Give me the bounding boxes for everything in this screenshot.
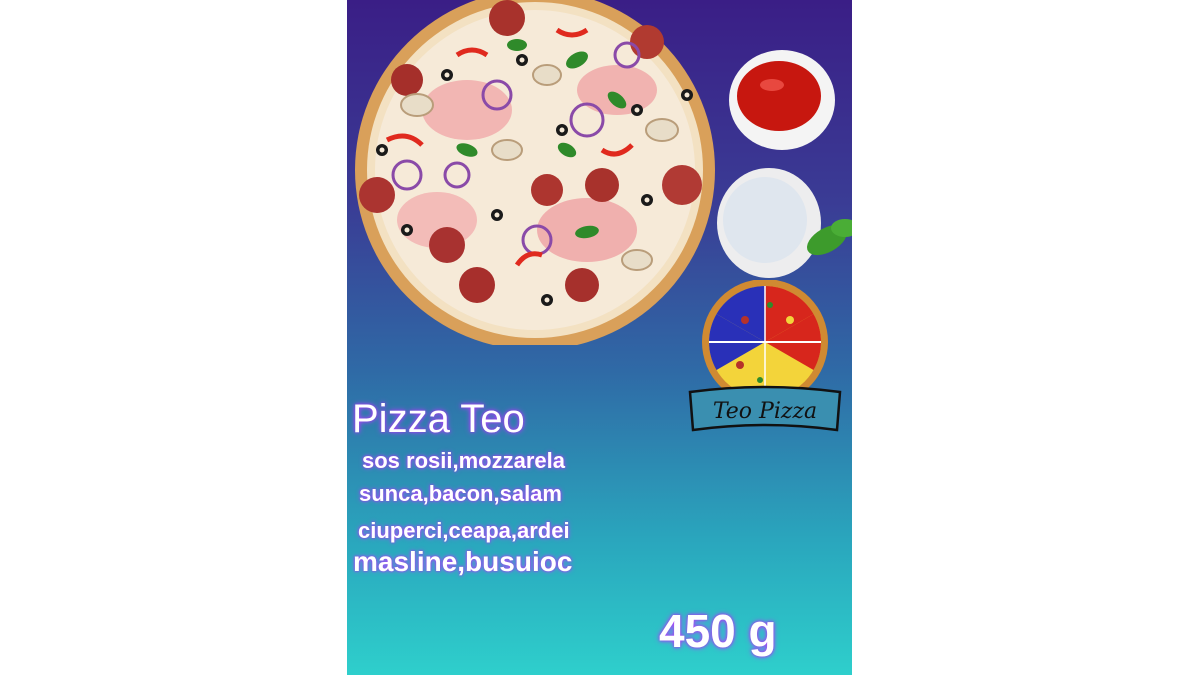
ingredients-line: sunca,bacon,salam <box>359 481 562 506</box>
tomato-sauce-cup <box>729 50 835 150</box>
ingredients-line: sos rosii,mozzarela <box>362 448 565 473</box>
ingredients-line: ciuperci,ceapa,ardei <box>358 518 570 543</box>
ingredients-line: masline,busuioc <box>353 546 573 577</box>
pizza-title: Pizza Teo <box>352 397 525 441</box>
teo-pizza-logo: Teo Pizza <box>685 279 845 450</box>
pizza-weight: 450 g <box>659 605 777 657</box>
pizza-image <box>355 0 715 345</box>
logo-text: Teo Pizza <box>713 399 817 424</box>
menu-poster: Teo Pizza Pizza Teo sos rosii,mozzarela … <box>347 0 852 675</box>
garlic-sauce-cup <box>717 168 852 278</box>
